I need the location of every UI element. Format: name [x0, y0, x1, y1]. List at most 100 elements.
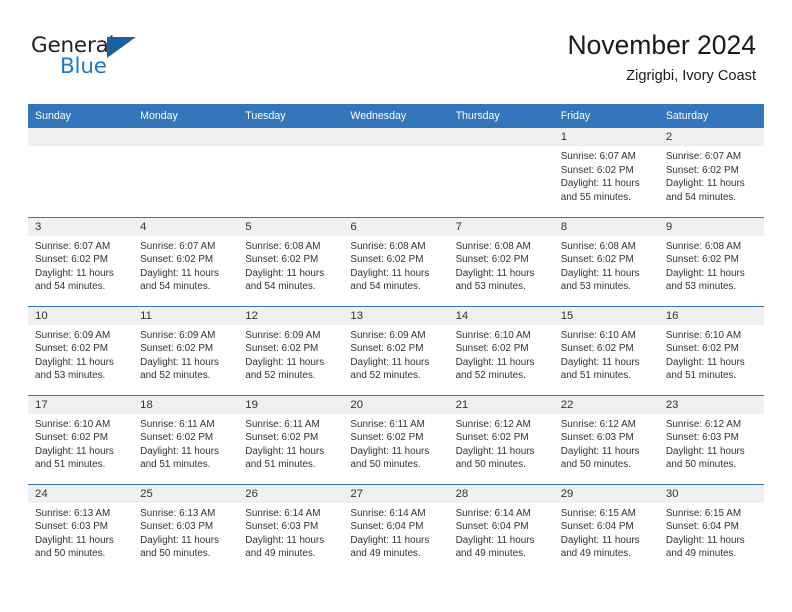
day-number: 30	[658, 484, 764, 503]
day-details: Sunrise: 6:13 AM Sunset: 6:03 PM Daylight:…	[28, 503, 133, 561]
daylight-text-line2: and 49 minutes.	[665, 548, 737, 560]
day-number: 25	[133, 484, 239, 503]
daylight-text-line1: Daylight: 11 hours	[140, 534, 219, 546]
sunrise-text: Sunrise: 6:13 AM	[35, 507, 111, 519]
weekday-header-monday: Monday	[133, 104, 239, 128]
sunset-text: Sunset: 6:03 PM	[35, 521, 109, 533]
calendar-day-cell[interactable]: 21 Sunrise: 6:12 AM Sunset: 6:02 PM Dayligh…	[448, 394, 554, 484]
day-cell-inner: 6 Sunrise: 6:08 AM Sunset: 6:02 PM Daylight…	[343, 217, 449, 306]
calendar-day-cell[interactable]: 13 Sunrise: 6:09 AM Sunset: 6:02 PM Dayligh…	[343, 305, 449, 395]
calendar-day-cell[interactable]: 18 Sunrise: 6:11 AM Sunset: 6:02 PM Dayligh…	[133, 394, 239, 484]
day-cell-inner: 13 Sunrise: 6:09 AM Sunset: 6:02 PM Dayligh…	[343, 306, 449, 395]
day-cell-inner: 10 Sunrise: 6:09 AM Sunset: 6:02 PM Dayligh…	[28, 306, 134, 395]
weekday-header-saturday: Saturday	[658, 104, 764, 128]
sunset-text: Sunset: 6:02 PM	[350, 343, 424, 355]
day-number: 23	[658, 395, 764, 414]
day-number: 13	[343, 306, 449, 325]
calendar-day-cell[interactable]: 23 Sunrise: 6:12 AM Sunset: 6:03 PM Dayligh…	[658, 394, 764, 484]
calendar-week-row: 17 Sunrise: 6:10 AM Sunset: 6:02 PM Dayligh…	[28, 394, 764, 484]
day-cell-inner: 27 Sunrise: 6:14 AM Sunset: 6:04 PM Dayligh…	[343, 484, 449, 574]
calendar-day-cell[interactable]: 29 Sunrise: 6:15 AM Sunset: 6:04 PM Dayligh…	[553, 483, 659, 573]
daylight-text-line2: and 52 minutes.	[140, 370, 211, 382]
calendar-day-cell[interactable]: 12 Sunrise: 6:09 AM Sunset: 6:02 PM Dayligh…	[238, 305, 344, 395]
daylight-text-line1: Daylight: 11 hours	[455, 356, 535, 368]
calendar-day-cell[interactable]: 17 Sunrise: 6:10 AM Sunset: 6:02 PM Dayligh…	[28, 394, 134, 484]
sunrise-text: Sunrise: 6:08 AM	[455, 240, 531, 252]
day-cell-inner: 9 Sunrise: 6:08 AM Sunset: 6:02 PM Daylight…	[658, 217, 764, 306]
calendar-day-cell[interactable]: 30 Sunrise: 6:15 AM Sunset: 6:04 PM Dayligh…	[658, 483, 764, 573]
weekday-header-row: Sunday Monday Tuesday Wednesday Thursday Frid…	[28, 104, 764, 128]
daylight-text-line2: and 54 minutes.	[35, 281, 106, 293]
calendar-day-cell[interactable]: 1 Sunrise: 6:07 AM Sunset: 6:02 PM Daylight…	[553, 128, 659, 217]
sunrise-text: Sunrise: 6:10 AM	[35, 418, 111, 430]
daylight-text-line1: Daylight: 11 hours	[455, 445, 535, 457]
day-number: 10	[28, 306, 134, 325]
sunrise-text: Sunrise: 6:12 AM	[455, 418, 531, 430]
day-details: Sunrise: 6:07 AM Sunset: 6:02 PM Daylight:…	[28, 236, 133, 294]
calendar-day-cell[interactable]: 11 Sunrise: 6:09 AM Sunset: 6:02 PM Dayligh…	[133, 305, 239, 395]
generalblue-logo[interactable]: General Blue	[31, 33, 161, 83]
calendar-day-cell[interactable]: 4 Sunrise: 6:07 AM Sunset: 6:02 PM Daylight…	[133, 216, 239, 306]
calendar-day-cell[interactable]: 28 Sunrise: 6:14 AM Sunset: 6:04 PM Dayligh…	[448, 483, 554, 573]
sunrise-text: Sunrise: 6:11 AM	[140, 418, 215, 430]
sunset-text: Sunset: 6:02 PM	[140, 343, 214, 355]
daylight-text-line2: and 51 minutes.	[665, 370, 737, 382]
calendar-week-row: 3 Sunrise: 6:07 AM Sunset: 6:02 PM Daylight…	[28, 216, 764, 306]
calendar-day-cell[interactable]: 3 Sunrise: 6:07 AM Sunset: 6:02 PM Daylight…	[28, 216, 134, 306]
calendar-day-cell[interactable]: 24 Sunrise: 6:13 AM Sunset: 6:03 PM Dayligh…	[28, 483, 134, 573]
calendar-day-cell[interactable]: 7 Sunrise: 6:08 AM Sunset: 6:02 PM Daylight…	[448, 216, 554, 306]
day-details: Sunrise: 6:12 AM Sunset: 6:03 PM Daylight:…	[554, 414, 659, 472]
sunset-text: Sunset: 6:04 PM	[665, 521, 739, 533]
calendar-day-cell[interactable]: 20 Sunrise: 6:11 AM Sunset: 6:02 PM Dayligh…	[343, 394, 449, 484]
day-number: 16	[658, 306, 764, 325]
daylight-text-line1: Daylight: 11 hours	[350, 267, 430, 279]
calendar-day-cell[interactable]: 26 Sunrise: 6:14 AM Sunset: 6:03 PM Dayligh…	[238, 483, 344, 573]
calendar-day-cell[interactable]: 25 Sunrise: 6:13 AM Sunset: 6:03 PM Dayligh…	[133, 483, 239, 573]
daylight-text-line2: and 49 minutes.	[455, 548, 526, 560]
day-number: 12	[238, 306, 344, 325]
calendar-table: Sunday Monday Tuesday Wednesday Thursday Frid…	[28, 104, 764, 573]
calendar-day-cell[interactable]: 19 Sunrise: 6:11 AM Sunset: 6:02 PM Dayligh…	[238, 394, 344, 484]
day-cell-inner	[448, 128, 554, 217]
sunset-text: Sunset: 6:02 PM	[245, 254, 319, 266]
sunrise-text: Sunrise: 6:15 AM	[560, 507, 636, 519]
calendar-day-cell[interactable]: 15 Sunrise: 6:10 AM Sunset: 6:02 PM Dayligh…	[553, 305, 659, 395]
daylight-text-line2: and 49 minutes.	[560, 548, 631, 560]
calendar-day-cell[interactable]: 9 Sunrise: 6:08 AM Sunset: 6:02 PM Daylight…	[658, 216, 764, 306]
calendar-week-row: 10 Sunrise: 6:09 AM Sunset: 6:02 PM Dayligh…	[28, 305, 764, 395]
daylight-text-line2: and 49 minutes.	[350, 548, 421, 560]
sunset-text: Sunset: 6:03 PM	[560, 432, 634, 444]
daylight-text-line2: and 49 minutes.	[245, 548, 316, 560]
page-subtitle: Zigrigbi, Ivory Coast	[626, 68, 756, 84]
sunset-text: Sunset: 6:02 PM	[665, 254, 739, 266]
day-cell-inner: 8 Sunrise: 6:08 AM Sunset: 6:02 PM Daylight…	[553, 217, 659, 306]
calendar-day-cell[interactable]: 22 Sunrise: 6:12 AM Sunset: 6:03 PM Dayligh…	[553, 394, 659, 484]
daylight-text-line1: Daylight: 11 hours	[560, 356, 640, 368]
day-cell-inner: 23 Sunrise: 6:12 AM Sunset: 6:03 PM Dayligh…	[658, 395, 764, 484]
calendar-header-row: Sunday Monday Tuesday Wednesday Thursday Frid…	[28, 104, 764, 128]
calendar-day-cell[interactable]: 27 Sunrise: 6:14 AM Sunset: 6:04 PM Dayligh…	[343, 483, 449, 574]
daylight-text-line2: and 51 minutes.	[35, 459, 106, 471]
daylight-text-line2: and 55 minutes.	[560, 191, 631, 203]
day-details: Sunrise: 6:15 AM Sunset: 6:04 PM Daylight:…	[554, 503, 659, 561]
weekday-header-tuesday: Tuesday	[238, 104, 344, 128]
calendar-day-cell[interactable]: 8 Sunrise: 6:08 AM Sunset: 6:02 PM Daylight…	[553, 216, 659, 306]
sunrise-text: Sunrise: 6:08 AM	[245, 240, 321, 252]
calendar-day-cell[interactable]: 5 Sunrise: 6:08 AM Sunset: 6:02 PM Daylight…	[238, 216, 344, 306]
day-number: 2	[658, 128, 764, 146]
daylight-text-line1: Daylight: 11 hours	[245, 445, 325, 457]
day-cell-inner: 3 Sunrise: 6:07 AM Sunset: 6:02 PM Daylight…	[28, 217, 134, 306]
day-number: 1	[553, 128, 659, 146]
sunrise-text: Sunrise: 6:09 AM	[35, 329, 111, 341]
calendar-day-cell[interactable]: 16 Sunrise: 6:10 AM Sunset: 6:02 PM Dayligh…	[658, 305, 764, 395]
day-number: 3	[28, 217, 134, 236]
day-cell-inner: 14 Sunrise: 6:10 AM Sunset: 6:02 PM Dayligh…	[448, 306, 554, 395]
calendar-day-cell[interactable]: 14 Sunrise: 6:10 AM Sunset: 6:02 PM Dayligh…	[448, 305, 554, 395]
calendar-day-cell[interactable]: 2 Sunrise: 6:07 AM Sunset: 6:02 PM Daylight…	[658, 128, 764, 217]
sunrise-text: Sunrise: 6:07 AM	[560, 151, 636, 162]
calendar-day-cell[interactable]: 10 Sunrise: 6:09 AM Sunset: 6:02 PM Dayligh…	[28, 305, 134, 395]
sunrise-text: Sunrise: 6:15 AM	[665, 507, 742, 519]
calendar-day-cell[interactable]: 6 Sunrise: 6:08 AM Sunset: 6:02 PM Daylight…	[343, 216, 449, 306]
daylight-text-line2: and 50 minutes.	[665, 459, 737, 471]
sunset-text: Sunset: 6:02 PM	[245, 343, 319, 355]
